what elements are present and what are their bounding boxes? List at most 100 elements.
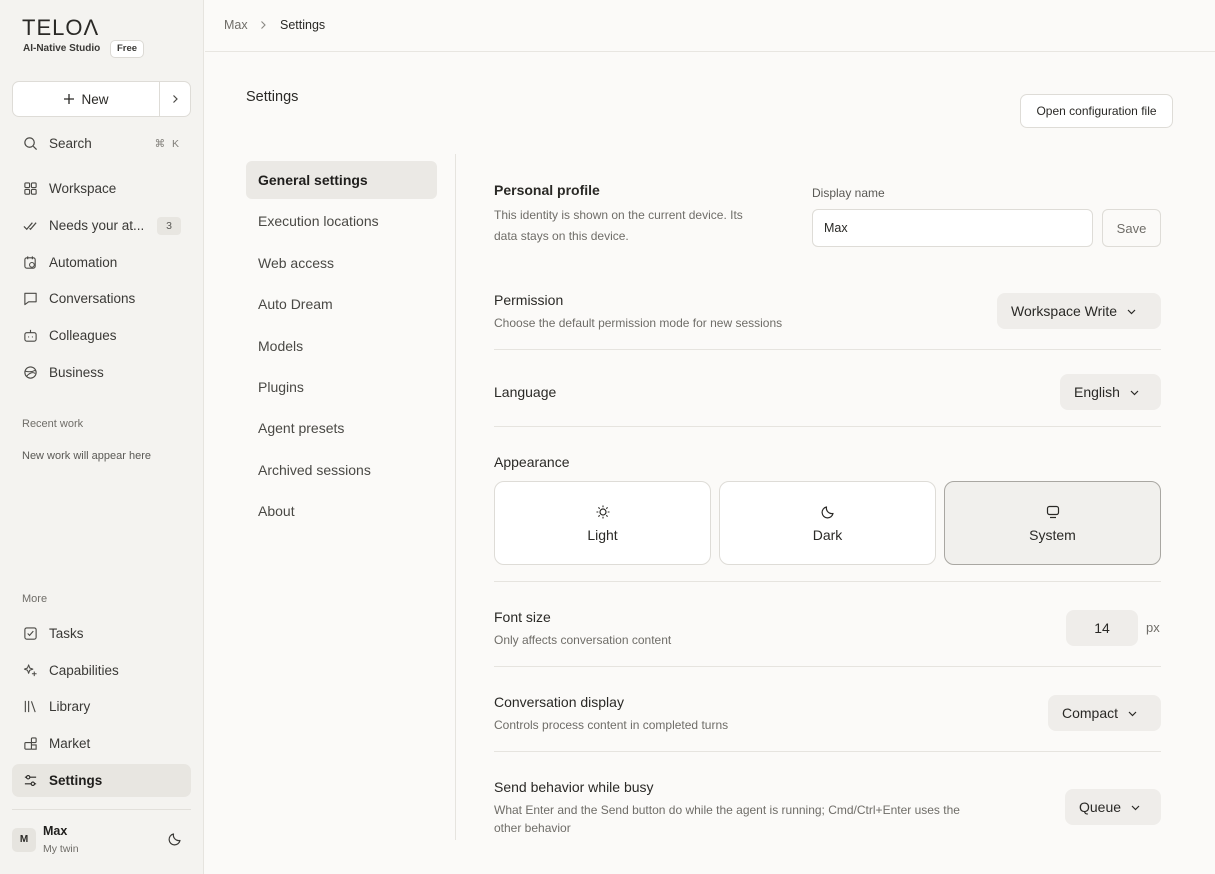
section-divider <box>494 349 1161 350</box>
globe-icon <box>24 366 37 379</box>
calendar-clock-icon <box>24 256 36 269</box>
chevron-right-icon <box>173 95 178 103</box>
plan-badge: Free <box>110 40 145 58</box>
new-button-label: New <box>81 91 109 107</box>
user-subtitle: My twin <box>43 843 79 855</box>
search-icon <box>24 137 38 151</box>
sidebar-item-automation[interactable]: Automation <box>12 246 191 279</box>
language-value: English <box>1074 384 1120 400</box>
sliders-icon <box>24 774 37 787</box>
more-heading: More <box>22 593 48 605</box>
profile-description-line2: data stays on this device. <box>494 229 629 243</box>
new-expand-button[interactable] <box>159 82 190 116</box>
settings-nav-archived-sessions[interactable]: Archived sessions <box>246 451 437 489</box>
sidebar-item-label: Business <box>49 365 104 380</box>
save-button[interactable]: Save <box>1102 209 1161 247</box>
moon-icon <box>821 505 834 518</box>
permission-title: Permission <box>494 292 564 308</box>
chevron-down-icon <box>1130 390 1139 395</box>
profile-description-line1: This identity is shown on the current de… <box>494 208 743 222</box>
sidebar-item-label: Automation <box>49 255 118 270</box>
settings-nav-models[interactable]: Models <box>246 327 437 365</box>
grid-icon <box>24 182 37 195</box>
brand-tagline: AI-Native Studio <box>23 43 101 54</box>
breadcrumb-parent[interactable]: Max <box>224 18 248 32</box>
checkbox-icon <box>24 627 37 640</box>
theme-option-light[interactable]: Light <box>494 481 711 565</box>
sidebar-item-library[interactable]: Library <box>12 690 191 723</box>
send-behavior-select[interactable]: Queue <box>1065 789 1161 825</box>
search-shortcut: ⌘ K <box>154 137 181 150</box>
settings-nav-execution-locations[interactable]: Execution locations <box>246 202 437 240</box>
theme-toggle-button[interactable] <box>167 831 185 849</box>
user-name[interactable]: Max <box>43 824 67 838</box>
bot-icon <box>24 329 37 342</box>
permission-select[interactable]: Workspace Write <box>997 293 1161 329</box>
theme-option-label: System <box>1029 526 1076 543</box>
new-button[interactable]: New <box>13 82 159 116</box>
section-divider <box>494 581 1161 582</box>
avatar[interactable]: M <box>12 828 36 852</box>
sidebar-item-colleagues[interactable]: Colleagues <box>12 319 191 352</box>
theme-option-dark[interactable]: Dark <box>719 481 936 565</box>
sidebar-item-conversations[interactable]: Conversations <box>12 282 191 315</box>
send-behavior-description-line2: other behavior <box>494 821 571 835</box>
sparkle-icon <box>23 664 37 677</box>
settings-nav-about[interactable]: About <box>246 492 437 530</box>
conversation-display-title: Conversation display <box>494 694 624 710</box>
new-button-group: New <box>12 81 191 117</box>
sidebar-divider <box>12 809 191 810</box>
settings-nav-auto-dream[interactable]: Auto Dream <box>246 285 437 323</box>
sidebar-item-label: Tasks <box>49 626 84 641</box>
sidebar-item-settings[interactable]: Settings <box>12 764 191 797</box>
chevron-down-icon <box>1128 711 1137 716</box>
sidebar-item-needs-attention[interactable]: Needs your at... 3 <box>12 209 191 242</box>
recent-work-empty: New work will appear here <box>22 450 151 462</box>
breadcrumb-current: Settings <box>280 18 326 32</box>
settings-nav-plugins[interactable]: Plugins <box>246 368 437 406</box>
send-behavior-value: Queue <box>1079 799 1122 815</box>
profile-title: Personal profile <box>494 182 600 198</box>
open-config-file-button[interactable]: Open configuration file <box>1020 94 1173 128</box>
permission-value: Workspace Write <box>1011 303 1118 319</box>
settings-nav-web-access[interactable]: Web access <box>246 244 437 282</box>
sidebar-item-label: Capabilities <box>49 663 119 678</box>
page-title: Settings <box>246 89 299 105</box>
sidebar-item-label: Colleagues <box>49 328 117 343</box>
recent-work-heading: Recent work <box>22 418 84 430</box>
theme-option-system[interactable]: System <box>944 481 1161 565</box>
sidebar-item-label: Conversations <box>49 291 136 306</box>
section-divider <box>494 426 1161 427</box>
language-select[interactable]: English <box>1060 374 1161 410</box>
chevron-right-icon <box>261 21 266 29</box>
display-name-input[interactable] <box>812 209 1093 247</box>
font-size-unit: px <box>1146 620 1160 635</box>
library-icon <box>24 700 36 713</box>
section-divider <box>494 666 1161 667</box>
theme-option-label: Light <box>587 526 618 543</box>
conversation-display-value: Compact <box>1062 705 1119 721</box>
sidebar-item-label: Workspace <box>49 181 117 196</box>
chat-bubble-icon <box>24 292 37 306</box>
sidebar-item-tasks[interactable]: Tasks <box>12 617 191 650</box>
brand-logo[interactable]: TELOΛ <box>22 17 99 39</box>
top-bar: Max Settings <box>205 0 1215 52</box>
sidebar-item-business[interactable]: Business <box>12 356 191 389</box>
font-size-input[interactable]: 14 <box>1066 610 1138 646</box>
sidebar-item-workspace[interactable]: Workspace <box>12 172 191 205</box>
sidebar-item-market[interactable]: Market <box>12 727 191 760</box>
sidebar-item-capabilities[interactable]: Capabilities <box>12 654 191 687</box>
sun-icon <box>596 505 609 518</box>
settings-nav-general[interactable]: General settings <box>246 161 437 199</box>
font-size-title: Font size <box>494 609 551 625</box>
section-divider <box>494 751 1161 752</box>
sidebar: TELOΛ AI-Native Studio Free New Search ⌘… <box>0 0 204 874</box>
permission-description: Choose the default permission mode for n… <box>494 316 783 330</box>
settings-nav-agent-presets[interactable]: Agent presets <box>246 409 437 447</box>
search-label: Search <box>49 136 92 151</box>
sidebar-item-label: Market <box>49 736 91 751</box>
blocks-icon <box>24 737 37 750</box>
moon-icon <box>168 833 181 846</box>
search-button[interactable]: Search ⌘ K <box>12 127 191 160</box>
conversation-display-select[interactable]: Compact <box>1048 695 1161 731</box>
